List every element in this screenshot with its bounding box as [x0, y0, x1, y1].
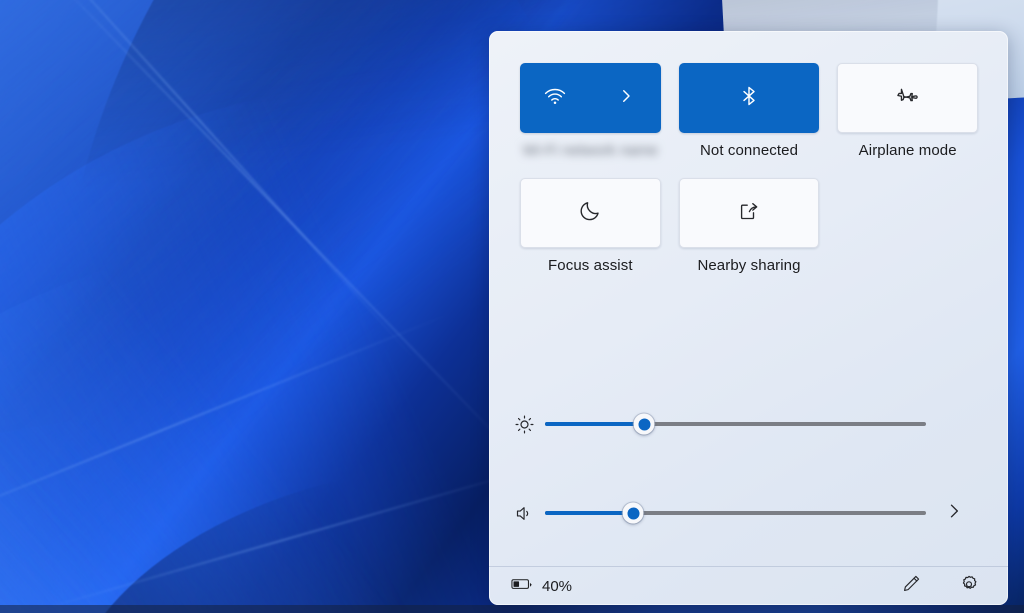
focus-assist-tile[interactable]: [520, 178, 661, 248]
quick-setting-nearby-sharing: Nearby sharing: [678, 178, 820, 275]
wifi-tile-label: Wi-Fi network name: [522, 142, 658, 159]
gear-icon: [958, 573, 980, 600]
brightness-slider-row: [489, 404, 1008, 444]
quick-setting-bluetooth: Not connected: [678, 63, 820, 160]
bluetooth-tile[interactable]: [678, 63, 820, 133]
battery-icon: [511, 577, 533, 595]
quick-setting-airplane-mode: Airplane mode: [837, 63, 979, 160]
chevron-right-icon: [944, 501, 964, 526]
chevron-right-icon: [617, 87, 635, 110]
brightness-slider-track[interactable]: [545, 413, 926, 435]
quick-settings-tile-grid: Wi-Fi network name Not connected Airplan…: [520, 63, 979, 293]
quick-setting-wifi: Wi-Fi network name: [520, 63, 661, 160]
airplane-icon: [895, 83, 920, 113]
pencil-icon: [901, 573, 922, 599]
volume-slider-fill: [545, 511, 633, 515]
volume-slider[interactable]: [545, 502, 926, 524]
wifi-toggle-button[interactable]: [520, 63, 590, 133]
volume-expand-button[interactable]: [944, 501, 964, 526]
wifi-tile[interactable]: [520, 63, 661, 133]
brightness-icon: [503, 414, 545, 435]
focus-assist-tile-label: Focus assist: [548, 257, 633, 274]
volume-slider-row: [489, 493, 1008, 533]
volume-slider-track[interactable]: [545, 502, 926, 524]
nearby-sharing-tile-label: Nearby sharing: [697, 257, 801, 274]
brightness-slider-fill: [545, 422, 644, 426]
desktop-screen: Wi-Fi network name Not connected Airplan…: [0, 0, 1024, 613]
battery-percent-label: 40%: [542, 577, 573, 595]
quick-settings-tile-row: Wi-Fi network name Not connected Airplan…: [520, 63, 979, 160]
bluetooth-icon: [737, 84, 761, 113]
bluetooth-tile-label: Not connected: [699, 142, 799, 159]
wifi-icon: [543, 84, 567, 113]
quick-setting-focus-assist: Focus assist: [520, 178, 661, 275]
brightness-slider-thumb[interactable]: [633, 413, 655, 435]
moon-icon: [578, 198, 603, 228]
settings-button[interactable]: [952, 571, 986, 601]
airplane-mode-tile-label: Airplane mode: [858, 142, 957, 159]
quick-settings-footer: 40%: [489, 567, 1008, 605]
quick-settings-empty-cell: [837, 178, 978, 275]
taskbar[interactable]: [0, 605, 1024, 613]
battery-status[interactable]: 40%: [511, 577, 572, 595]
volume-icon: [503, 503, 545, 524]
nearby-sharing-tile[interactable]: [678, 178, 820, 248]
edit-quick-settings-button[interactable]: [894, 571, 928, 601]
wifi-expand-button[interactable]: [591, 63, 661, 133]
volume-slider-thumb[interactable]: [622, 502, 644, 524]
quick-settings-panel: Wi-Fi network name Not connected Airplan…: [489, 31, 1008, 605]
share-icon: [737, 199, 761, 228]
quick-settings-tile-row: Focus assist Nearby sharing: [520, 178, 978, 275]
brightness-slider[interactable]: [545, 413, 926, 435]
airplane-mode-tile[interactable]: [837, 63, 979, 133]
